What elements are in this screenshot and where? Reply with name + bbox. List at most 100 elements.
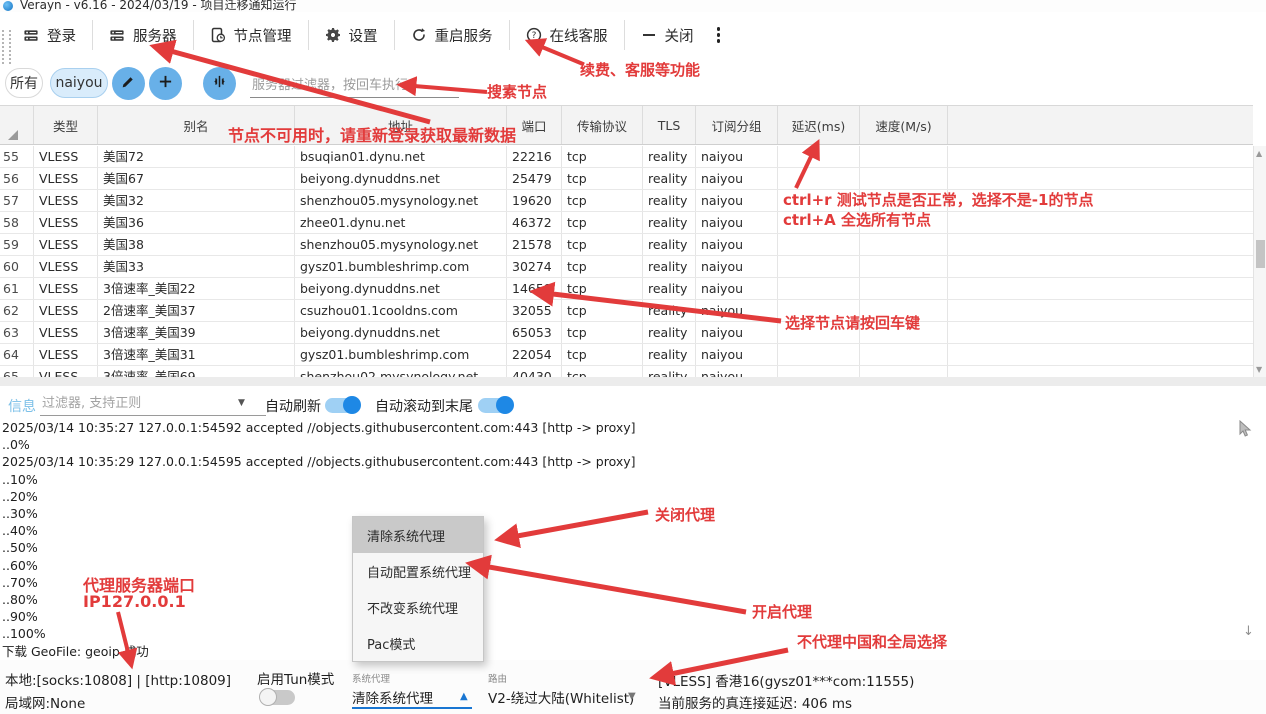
table-horizontal-scrollbar[interactable]	[0, 377, 1266, 386]
proxy-menu-item[interactable]: Pac模式	[353, 625, 483, 661]
cell-filler	[948, 146, 1253, 167]
cell-filler	[948, 234, 1253, 255]
current-node-text: [VLESS] 香港16(gysz01***com:11555)	[658, 670, 914, 690]
toolbar-button-login[interactable]: 登录	[14, 19, 85, 52]
column-header-类型[interactable]: 类型	[34, 106, 98, 144]
log-header: 信息 ▼ 自动刷新 自动滚动到末尾	[0, 388, 1266, 420]
caret-up-icon[interactable]: ▲	[460, 691, 468, 702]
toolbar-button-servers[interactable]: 服务器	[100, 19, 186, 52]
route-select-label: 路由	[488, 671, 507, 685]
annotation-ctrl-a: ctrl+A 全选所有节点	[783, 209, 931, 230]
title-bar: Verayn - v6.16 - 2024/03/19 - 项目迁移通知运行	[0, 0, 1266, 12]
toolbar-button-node-manage[interactable]: 节点管理	[201, 19, 301, 52]
cell-transport: tcp	[562, 366, 643, 377]
cell-port: 19620	[507, 190, 562, 211]
table-vertical-scrollbar[interactable]: ▲ ▼	[1253, 146, 1266, 377]
auto-refresh-toggle[interactable]	[325, 398, 359, 413]
column-header-index[interactable]	[0, 106, 34, 144]
scroll-up-icon[interactable]: ▲	[1256, 149, 1262, 158]
log-line: ..10%	[2, 471, 636, 488]
chevron-down-icon[interactable]: ▼	[238, 398, 245, 408]
scroll-down-hint-icon: ↓	[1243, 624, 1254, 639]
cell-transport: tcp	[562, 322, 643, 343]
log-line: ..20%	[2, 488, 636, 505]
cell-type: VLESS	[34, 212, 98, 233]
cell-port: 46372	[507, 212, 562, 233]
route-select[interactable]: V2-绕过大陆(Whitelist)	[488, 687, 634, 707]
auto-scroll-toggle[interactable]	[478, 398, 512, 413]
tun-mode-toggle[interactable]	[261, 690, 295, 705]
toolbar-button-online-support[interactable]: ?在线客服	[517, 19, 617, 52]
cell-type: VLESS	[34, 278, 98, 299]
proxy-menu-item[interactable]: 不改变系统代理	[353, 589, 483, 625]
cell-transport: tcp	[562, 168, 643, 189]
toolbar-button-label: 重启服务	[435, 25, 493, 46]
annotation-no-proxy-china: 不代理中国和全局选择	[797, 631, 947, 652]
lan-text: 局域网:None	[5, 692, 85, 712]
cell-port: 21578	[507, 234, 562, 255]
tun-mode-label: 启用Tun模式	[257, 668, 334, 688]
cell-num: 63	[0, 322, 34, 343]
column-header-传输协议[interactable]: 传输协议	[562, 106, 643, 144]
toolbar-button-label: 登录	[47, 25, 76, 46]
cell-delay	[778, 256, 860, 277]
cell-num: 59	[0, 234, 34, 255]
server-filter-input[interactable]	[250, 74, 459, 98]
status-bar: 本地:[socks:10808] | [http:10809] 局域网:None…	[0, 660, 1266, 714]
sysproxy-select[interactable]: 清除系统代理	[352, 687, 433, 707]
annotation-proxy-port-2: IP127.0.0.1	[83, 592, 186, 611]
column-header-TLS[interactable]: TLS	[643, 106, 696, 144]
table-row[interactable]: 65VLESS3倍速率_美国69shenzhou02.mysynology.ne…	[0, 366, 1253, 377]
edit-group-button[interactable]	[112, 67, 145, 100]
table-row[interactable]: 58VLESS美国36zhee01.dynu.net46372tcprealit…	[0, 212, 1253, 234]
toolbar-button-settings[interactable]: 设置	[316, 19, 387, 52]
column-header-速度(M/s)[interactable]: 速度(M/s)	[860, 106, 948, 144]
node-clipboard-icon	[210, 27, 226, 43]
scrollbar-thumb[interactable]	[1256, 240, 1265, 268]
table-row[interactable]: 62VLESS2倍速率_美国37csuzhou01.1cooldns.com32…	[0, 300, 1253, 322]
annotation-open-proxy: 开启代理	[752, 601, 812, 622]
add-group-button[interactable]	[149, 67, 182, 100]
annotation-relogin: 节点不可用时，请重新登录获取最新数据	[228, 122, 516, 146]
log-filter-input[interactable]	[40, 392, 266, 416]
proxy-menu-item[interactable]: 自动配置系统代理	[353, 553, 483, 589]
toolbar-grip-handle[interactable]	[2, 30, 11, 64]
table-row[interactable]: 60VLESS美国33gysz01.bumbleshrimp.com30274t…	[0, 256, 1253, 278]
table-row[interactable]: 56VLESS美国67beiyong.dynuddns.net25479tcpr…	[0, 168, 1253, 190]
cell-tls: reality	[643, 212, 696, 233]
column-header-index[interactable]	[948, 106, 1253, 144]
cell-group: naiyou	[696, 278, 778, 299]
chip-all[interactable]: 所有	[5, 68, 43, 98]
table-row[interactable]: 55VLESS美国72bsuqian01.dynu.net22216tcprea…	[0, 146, 1253, 168]
cell-transport: tcp	[562, 146, 643, 167]
tab-info[interactable]: 信息	[8, 396, 36, 416]
kebab-menu-icon[interactable]	[709, 23, 729, 47]
gear-icon	[325, 27, 341, 43]
auto-scroll-label: 自动滚动到末尾	[375, 396, 473, 416]
log-line: ..100%	[2, 625, 636, 642]
chip-naiyou[interactable]: naiyou	[50, 68, 108, 98]
table-header: 类型别名地址端口传输协议TLS订阅分组延迟(ms)速度(M/s)	[0, 105, 1253, 145]
cell-transport: tcp	[562, 234, 643, 255]
scroll-down-icon[interactable]: ▼	[1256, 365, 1262, 374]
sort-split-button[interactable]	[203, 67, 236, 100]
log-output: 2025/03/14 10:35:27 127.0.0.1:54592 acce…	[2, 419, 636, 660]
select-all-triangle-icon[interactable]	[8, 130, 18, 140]
window-title: Verayn - v6.16 - 2024/03/19 - 项目迁移通知运行	[20, 0, 297, 12]
proxy-menu-item[interactable]: 清除系统代理	[353, 517, 483, 553]
table-row[interactable]: 61VLESS3倍速率_美国22beiyong.dynuddns.net1465…	[0, 278, 1253, 300]
table-row[interactable]: 63VLESS3倍速率_美国39beiyong.dynuddns.net6505…	[0, 322, 1253, 344]
cell-alias: 3倍速率_美国69	[98, 366, 295, 377]
table-row[interactable]: 59VLESS美国38shenzhou05.mysynology.net2157…	[0, 234, 1253, 256]
cell-delay	[778, 278, 860, 299]
toolbar-button-restart-service[interactable]: 重启服务	[402, 19, 502, 52]
svg-text:?: ?	[531, 31, 536, 41]
cell-speed	[860, 146, 948, 167]
cell-group: naiyou	[696, 256, 778, 277]
table-row[interactable]: 64VLESS3倍速率_美国31gysz01.bumbleshrimp.com2…	[0, 344, 1253, 366]
column-header-延迟(ms)[interactable]: 延迟(ms)	[778, 106, 860, 144]
annotation-select-enter: 选择节点请按回车键	[785, 312, 920, 333]
caret-down-icon[interactable]: ▼	[628, 691, 636, 702]
column-header-订阅分组[interactable]: 订阅分组	[696, 106, 778, 144]
toolbar-button-close[interactable]: 关闭	[632, 19, 703, 52]
